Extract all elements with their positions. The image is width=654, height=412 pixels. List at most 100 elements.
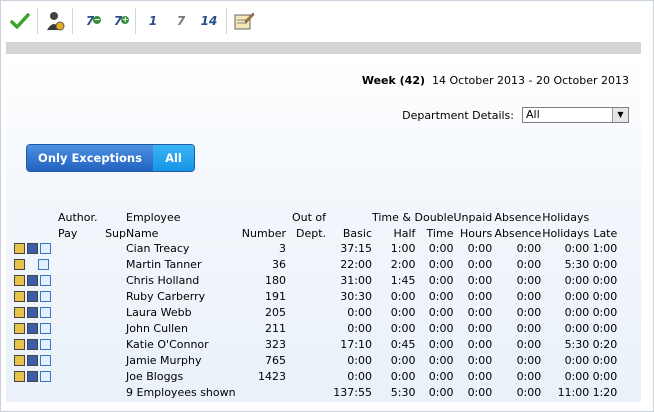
pay-icon[interactable] xyxy=(40,370,51,382)
col-half: Half xyxy=(393,227,416,240)
exceptions-toggle: Only Exceptions All xyxy=(26,144,195,172)
pay-icon[interactable] xyxy=(40,274,51,286)
supervisor-icon[interactable] xyxy=(27,259,36,268)
table-row[interactable]: Cian Treacy 3 37:15 1:00 0:00 0:00 0:00 0:00 1:0… xyxy=(14,240,617,256)
col-time-double: Time & Double xyxy=(372,211,454,224)
half-hours: 1:00 xyxy=(390,241,416,255)
total-unpaid: 0:00 xyxy=(467,385,493,399)
employee-number: 211 xyxy=(265,321,286,335)
col-employee: Employee xyxy=(126,211,181,224)
basic-hours: 22:00 xyxy=(340,257,372,271)
next-7-button[interactable]: 7 + xyxy=(104,7,132,35)
table-row[interactable]: Chris Holland 180 31:00 1:45 0:00 0:00 0:00 0:0… xyxy=(14,272,617,288)
table-row[interactable]: Ruby Carberry 191 30:30 0:00 0:00 0:00 0:00 0:0… xyxy=(14,288,617,304)
prev-7-button[interactable]: 7− xyxy=(76,7,104,35)
supervisor-icon[interactable] xyxy=(27,322,38,334)
late-hours: 0:00 xyxy=(592,257,618,271)
authorize-icon[interactable] xyxy=(14,274,25,286)
holiday-hours: 0:00 xyxy=(564,305,590,319)
minus-badge-icon: − xyxy=(93,15,102,24)
pay-icon[interactable] xyxy=(38,258,49,270)
total-basic: 137:55 xyxy=(333,385,372,399)
table-row[interactable]: Katie O'Connor 323 17:10 0:45 0:00 0:00 0:00 5:… xyxy=(14,336,617,352)
pay-icon[interactable] xyxy=(40,306,51,318)
col-late: Late xyxy=(593,227,618,240)
authorize-icon[interactable] xyxy=(14,258,25,270)
holiday-hours: 0:00 xyxy=(564,353,590,367)
supervisor-icon[interactable] xyxy=(27,274,38,286)
total-holidays: 11:00 xyxy=(557,385,590,399)
authorize-icon[interactable] xyxy=(14,338,25,350)
late-hours: 0:00 xyxy=(592,289,618,303)
supervisor-icon[interactable] xyxy=(27,290,38,302)
approve-button[interactable] xyxy=(6,7,34,35)
authorize-icon[interactable] xyxy=(14,370,25,382)
late-hours: 0:00 xyxy=(592,273,618,287)
double-hours: 0:00 xyxy=(428,289,454,303)
authorize-icon[interactable] xyxy=(14,354,25,366)
employee-table: Author. Employee Out of Time & Double Un… xyxy=(14,208,617,400)
plus-badge-icon: + xyxy=(121,15,130,24)
double-hours: 0:00 xyxy=(428,257,454,271)
view-1-button[interactable]: 1 xyxy=(139,7,167,35)
double-hours: 0:00 xyxy=(428,305,454,319)
row-icons xyxy=(14,354,58,366)
absence-hours: 0:00 xyxy=(516,321,542,335)
table-row[interactable]: Jamie Murphy 765 0:00 0:00 0:00 0:00 0:00 0:00 0… xyxy=(14,352,617,368)
department-select[interactable]: All ▼ xyxy=(522,107,629,123)
view-14-button[interactable]: 14 xyxy=(195,7,223,35)
supervisor-icon[interactable] xyxy=(27,242,38,254)
unpaid-hours: 0:00 xyxy=(467,369,493,383)
holiday-hours: 5:30 xyxy=(564,257,590,271)
table-row[interactable]: Joe Bloggs 1423 0:00 0:00 0:00 0:00 0:00 0:00 0:… xyxy=(14,368,617,384)
view-7-button[interactable]: 7 xyxy=(167,7,195,35)
basic-hours: 30:30 xyxy=(340,289,372,303)
row-icons xyxy=(14,274,58,286)
double-hours: 0:00 xyxy=(428,241,454,255)
table-row[interactable]: Laura Webb 205 0:00 0:00 0:00 0:00 0:00 0:00 0:0… xyxy=(14,304,617,320)
all-button[interactable]: All xyxy=(153,145,194,171)
only-exceptions-button[interactable]: Only Exceptions xyxy=(27,145,153,171)
row-icons xyxy=(14,258,58,270)
week-header: Week (42) 14 October 2013 - 20 October 2… xyxy=(362,74,629,87)
employee-number: 36 xyxy=(272,257,286,271)
employee-name: John Cullen xyxy=(126,321,188,335)
supervisor-icon[interactable] xyxy=(27,306,38,318)
pay-icon[interactable] xyxy=(40,322,51,334)
half-hours: 2:00 xyxy=(390,257,416,271)
person-edit-icon xyxy=(47,12,65,31)
authorize-icon[interactable] xyxy=(14,290,25,302)
late-hours: 1:00 xyxy=(592,241,618,255)
supervisor-icon[interactable] xyxy=(27,338,38,350)
report-button[interactable] xyxy=(230,7,258,35)
authorize-icon[interactable] xyxy=(14,242,25,254)
pay-icon[interactable] xyxy=(40,338,51,350)
table-row[interactable]: John Cullen 211 0:00 0:00 0:00 0:00 0:00 0:00 0:… xyxy=(14,320,617,336)
pay-icon[interactable] xyxy=(40,242,51,254)
supervisor-icon[interactable] xyxy=(27,370,38,382)
col-pay: Pay xyxy=(58,227,78,240)
absence-hours: 0:00 xyxy=(516,241,542,255)
authorize-icon[interactable] xyxy=(14,322,25,334)
pay-icon[interactable] xyxy=(40,290,51,302)
supervisor-icon[interactable] xyxy=(27,354,38,366)
pay-icon[interactable] xyxy=(40,354,51,366)
main-panel: Week (42) 14 October 2013 - 20 October 2… xyxy=(6,54,641,402)
half-hours: 0:00 xyxy=(390,289,416,303)
unpaid-hours: 0:00 xyxy=(467,289,493,303)
total-label: 9 Employees shown xyxy=(126,385,236,399)
double-hours: 0:00 xyxy=(428,369,454,383)
authorize-icon[interactable] xyxy=(14,306,25,318)
employee-number: 323 xyxy=(265,337,286,351)
col-absence: Absence xyxy=(494,227,542,240)
toolbar-separator xyxy=(226,8,227,34)
toolbar-separator xyxy=(135,8,136,34)
employee-number: 3 xyxy=(279,241,286,255)
unpaid-hours: 0:00 xyxy=(467,353,493,367)
employee-button[interactable] xyxy=(41,7,69,35)
employee-number: 205 xyxy=(265,305,286,319)
chevron-down-icon[interactable]: ▼ xyxy=(612,108,628,122)
employee-name: Katie O'Connor xyxy=(126,337,209,351)
table-row[interactable]: Martin Tanner 36 22:00 2:00 0:00 0:00 0:00 5:30… xyxy=(14,256,617,272)
green-checkmark-icon xyxy=(10,13,30,29)
